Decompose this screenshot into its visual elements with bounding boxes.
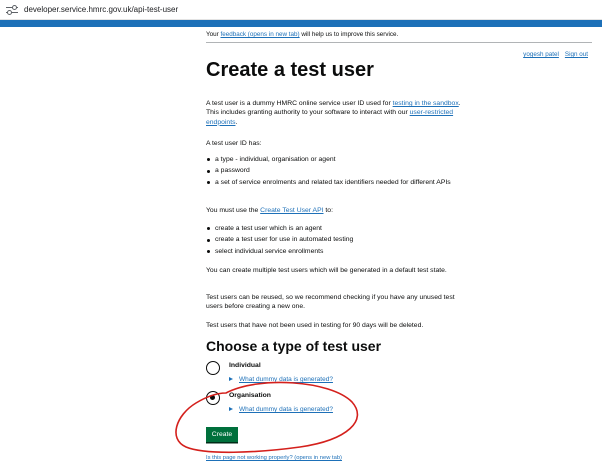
sign-out-link[interactable]: Sign out <box>565 51 588 58</box>
list-item: create a test user which is an agent <box>206 224 466 233</box>
header-strip <box>0 20 602 27</box>
multiple-users-paragraph: You can create multiple test users which… <box>206 267 447 274</box>
site-settings-icon[interactable] <box>6 4 18 15</box>
api-uses-list: create a test user which is an agent cre… <box>206 224 466 258</box>
choose-type-heading: Choose a type of test user <box>206 338 382 354</box>
details-organisation[interactable]: What dummy data is generated? <box>229 406 333 413</box>
radio-individual-input[interactable] <box>206 361 220 375</box>
list-item: create a test user for use in automated … <box>206 235 466 244</box>
radio-individual-label[interactable]: Individual <box>229 362 261 369</box>
page-title: Create a test user <box>206 59 374 81</box>
list-item: select individual service enrollments <box>206 247 466 256</box>
test-user-has-list: a type - individual, organisation or age… <box>206 155 466 189</box>
details-individual[interactable]: What dummy data is generated? <box>229 376 333 383</box>
address-bar[interactable]: developer.service.hmrc.gov.uk/api-test-u… <box>0 0 602 20</box>
api-paragraph: You must use the Create Test User API to… <box>206 207 333 214</box>
list-item: a set of service enrolments and related … <box>206 178 466 187</box>
address-url[interactable]: developer.service.hmrc.gov.uk/api-test-u… <box>24 5 178 14</box>
radio-organisation-input[interactable] <box>206 391 220 405</box>
test-user-has-heading: A test user ID has: <box>206 140 262 147</box>
reuse-paragraph: Test users can be reused, so we recommen… <box>206 294 455 311</box>
list-item: a password <box>206 166 466 175</box>
triangle-right-icon <box>229 407 233 412</box>
report-problem-link[interactable]: Is this page not working properly? (open… <box>206 455 342 461</box>
testing-in-sandbox-link[interactable]: testing in the sandbox <box>393 100 459 107</box>
radio-organisation[interactable]: Organisation <box>206 391 271 405</box>
intro-paragraph: A test user is a dummy HMRC online servi… <box>206 100 461 126</box>
list-item: a type - individual, organisation or age… <box>206 155 466 164</box>
user-nav: yogesh patel Sign out <box>517 51 588 58</box>
create-test-user-api-link[interactable]: Create Test User API <box>260 207 323 214</box>
create-button[interactable]: Create <box>206 427 238 442</box>
feedback-banner: Your feedback (opens in new tab) will he… <box>206 31 399 38</box>
radio-organisation-label[interactable]: Organisation <box>229 392 271 399</box>
deletion-paragraph: Test users that have not been used in te… <box>206 322 424 329</box>
feedback-link[interactable]: feedback (opens in new tab) <box>220 31 299 38</box>
triangle-right-icon <box>229 377 233 382</box>
banner-divider <box>206 42 592 43</box>
user-name-link[interactable]: yogesh patel <box>523 51 559 58</box>
radio-individual[interactable]: Individual <box>206 361 261 375</box>
